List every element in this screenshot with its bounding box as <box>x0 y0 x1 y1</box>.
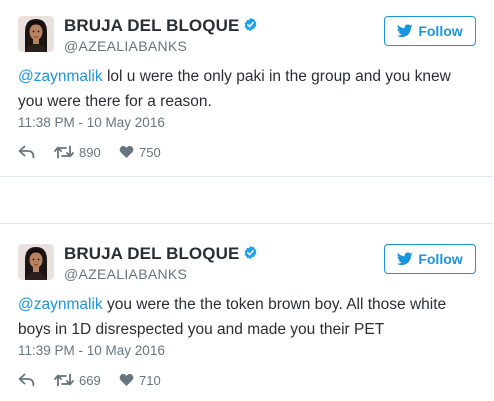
heart-icon <box>119 373 134 386</box>
divider <box>0 223 494 224</box>
retweet-icon <box>54 145 74 159</box>
heart-icon <box>119 145 134 158</box>
tweet-text: @zaynmalik lol u were the only paki in t… <box>18 64 478 114</box>
verified-badge-icon <box>244 245 257 260</box>
mention-link[interactable]: @zaynmalik <box>18 296 103 313</box>
like-button[interactable]: 710 <box>119 369 161 391</box>
twitter-bird-icon <box>397 24 414 38</box>
retweet-count: 669 <box>79 372 101 388</box>
mention-link[interactable]: @zaynmalik <box>18 68 103 85</box>
reply-icon <box>18 145 35 159</box>
avatar[interactable] <box>18 244 54 280</box>
follow-label: Follow <box>418 23 463 39</box>
retweet-count: 890 <box>79 144 101 160</box>
retweet-button[interactable]: 669 <box>54 369 101 391</box>
verified-badge-icon <box>244 17 257 32</box>
divider <box>0 176 494 177</box>
like-button[interactable]: 750 <box>119 141 161 163</box>
like-count: 710 <box>139 372 161 388</box>
handle[interactable]: @AZEALIABANKS <box>64 38 187 54</box>
retweet-button[interactable]: 890 <box>54 141 101 163</box>
reply-button[interactable] <box>18 141 35 163</box>
timestamp[interactable]: 11:39 PM - 10 May 2016 <box>18 343 165 358</box>
tweet-text: @zaynmalik you were the the token brown … <box>18 292 478 342</box>
avatar[interactable] <box>18 16 54 52</box>
handle[interactable]: @AZEALIABANKS <box>64 266 187 282</box>
twitter-bird-icon <box>397 252 414 266</box>
reply-icon <box>18 373 35 387</box>
display-name[interactable]: BRUJA DEL BLOQUE <box>64 244 258 264</box>
follow-button[interactable]: Follow <box>384 16 476 46</box>
retweet-icon <box>54 373 74 387</box>
timestamp[interactable]: 11:38 PM - 10 May 2016 <box>18 115 165 130</box>
display-name[interactable]: BRUJA DEL BLOQUE <box>64 16 258 36</box>
like-count: 750 <box>139 144 161 160</box>
follow-button[interactable]: Follow <box>384 244 476 274</box>
display-name-text: BRUJA DEL BLOQUE <box>64 244 240 263</box>
follow-label: Follow <box>418 251 463 267</box>
reply-button[interactable] <box>18 369 35 391</box>
display-name-text: BRUJA DEL BLOQUE <box>64 16 240 35</box>
